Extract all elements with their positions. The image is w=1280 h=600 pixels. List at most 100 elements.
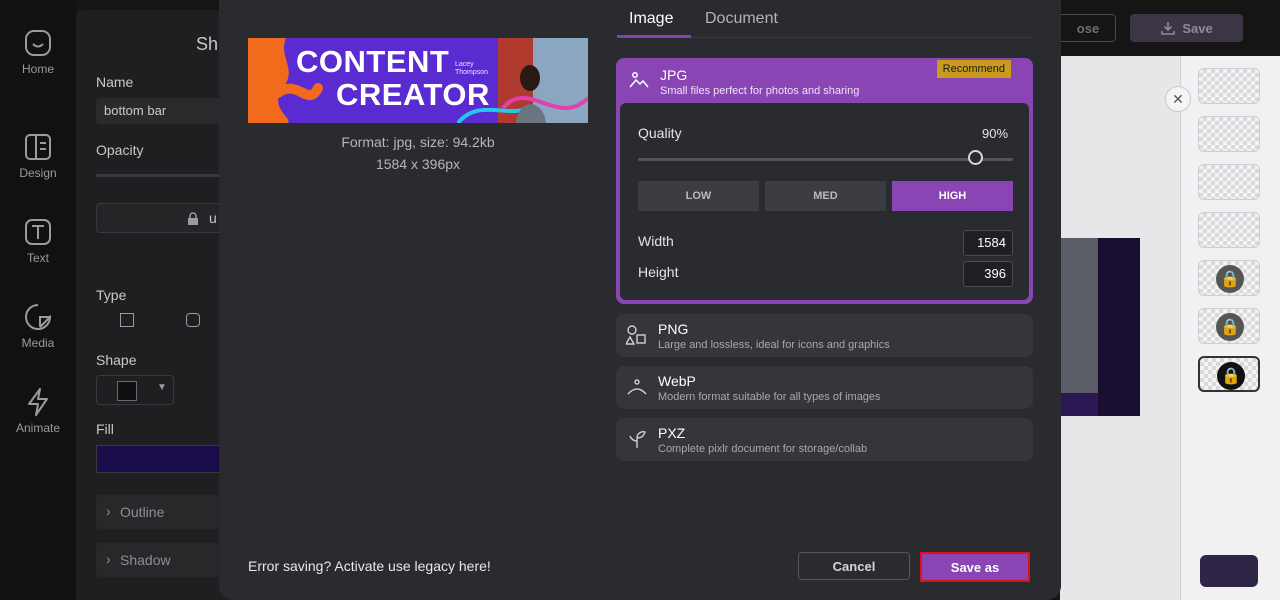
format-option-webp[interactable]: WebP Modern format suitable for all type… [616, 366, 1033, 409]
close-icon[interactable]: ✕ [1165, 86, 1191, 112]
format-desc-pxz: Complete pixlr document for storage/coll… [658, 443, 868, 455]
fill-color-swatch[interactable] [96, 445, 236, 473]
opacity-label: Opacity [96, 142, 144, 158]
nav-label-design: Design [19, 166, 57, 180]
shadow-label: Shadow [120, 552, 171, 568]
format-desc-webp: Modern format suitable for all types of … [658, 391, 881, 403]
preview-name-line-1: Lacey [455, 61, 474, 68]
format-name-png: PNG [658, 321, 689, 337]
chevron-right-icon: › [106, 551, 111, 567]
quality-value: 90% [982, 126, 1009, 141]
design-icon [25, 134, 51, 160]
home-icon [25, 30, 51, 56]
nav-item-animate[interactable]: Animate [0, 387, 76, 435]
nav-label-home: Home [21, 62, 54, 76]
preview-headline-1: CONTENT [296, 44, 450, 79]
close-file-label: ose [1076, 20, 1100, 36]
quality-slider-thumb[interactable] [968, 150, 983, 165]
media-icon [25, 304, 52, 330]
format-option-pxz[interactable]: PXZ Complete pixlr document for storage/… [616, 418, 1033, 461]
width-label: Width [638, 233, 674, 249]
nav-label-animate: Animate [15, 421, 61, 435]
preview-image: CONTENT CREATOR Lacey Thompson [248, 38, 588, 123]
quality-label: Quality [638, 125, 682, 141]
format-option-jpg[interactable]: JPG Small files perfect for photos and s… [616, 58, 1033, 304]
format-name-jpg: JPG [660, 67, 688, 83]
top-save-label: Save [1182, 20, 1213, 36]
image-icon [629, 72, 649, 88]
layer-thumb-5[interactable]: 🔒 [1198, 260, 1260, 296]
chevron-right-icon: › [106, 503, 111, 519]
layer-thumb-7-selected[interactable]: 🔒 [1198, 356, 1260, 392]
shape-select[interactable]: ▼ [96, 375, 174, 405]
preview-name-line-2: Thompson [455, 69, 489, 76]
text-icon [25, 219, 51, 245]
shape-swatch [117, 381, 137, 401]
nav-item-home[interactable]: Home [0, 28, 76, 76]
name-input-value: bottom bar [104, 103, 167, 118]
height-input[interactable]: 396 [963, 261, 1013, 287]
recommend-badge: Recommend [936, 60, 1011, 78]
type-rounded-icon[interactable] [186, 313, 200, 327]
animate-icon [28, 388, 48, 416]
cancel-button[interactable]: Cancel [798, 552, 910, 580]
shape-label: Shape [96, 352, 137, 368]
nav-item-media[interactable]: Media [0, 302, 76, 350]
lock-icon: 🔒 [1217, 362, 1245, 390]
layer-thumb-6[interactable]: 🔒 [1198, 308, 1260, 344]
tab-active-indicator [617, 35, 691, 38]
quality-preset-high[interactable]: HIGH [892, 181, 1013, 211]
sprout-icon [629, 431, 646, 448]
export-dialog: CONTENT CREATOR Lacey Thompson Format: j… [219, 0, 1061, 600]
preview-headline-2: CREATOR [336, 77, 490, 112]
shapes-icon [626, 325, 646, 345]
type-square-icon[interactable] [120, 313, 134, 327]
left-nav: Home Design Text Media Animate [0, 0, 76, 600]
format-name-webp: WebP [658, 373, 696, 389]
format-desc-jpg: Small files perfect for photos and shari… [660, 85, 860, 97]
quality-slider-track[interactable] [638, 158, 1013, 161]
lock-text: u [209, 210, 217, 226]
webp-icon [627, 379, 647, 395]
outline-label: Outline [120, 504, 165, 520]
nav-label-text: Text [26, 251, 49, 265]
quality-preset-med[interactable]: MED [765, 181, 886, 211]
height-label: Height [638, 264, 679, 280]
format-name-pxz: PXZ [658, 425, 686, 441]
canvas-area [1060, 56, 1180, 600]
chevron-down-icon: ▼ [157, 382, 167, 393]
app-root: Home Design Text Media Animate Sh Name b… [0, 0, 1280, 600]
lock-icon [188, 212, 198, 225]
width-input[interactable]: 1584 [963, 230, 1013, 256]
layer-thumb-4[interactable] [1198, 212, 1260, 248]
properties-panel: Sh Name bottom bar Opacity u Type Shape … [76, 10, 246, 600]
lock-icon: 🔒 [1216, 265, 1244, 293]
fill-label: Fill [96, 421, 114, 437]
canvas-photo-strip [1060, 238, 1098, 393]
preview-dimensions: 1584 x 396px [375, 156, 461, 172]
legacy-link[interactable]: Error saving? Activate use legacy here! [248, 558, 491, 574]
canvas-design-preview [1060, 238, 1140, 416]
panel-title: Sh [196, 34, 219, 54]
tab-image[interactable]: Image [629, 10, 673, 28]
tab-document[interactable]: Document [705, 10, 778, 28]
zoom-control[interactable] [1200, 555, 1258, 587]
download-icon [1161, 22, 1176, 35]
nav-item-text[interactable]: Text [0, 217, 76, 265]
save-as-button[interactable]: Save as [920, 552, 1030, 582]
layer-thumb-2[interactable] [1198, 116, 1260, 152]
opacity-slider[interactable] [96, 174, 236, 177]
canvas-dark-strip [1098, 238, 1140, 416]
export-tabs: Image Document [617, 0, 1033, 38]
quality-preset-low[interactable]: LOW [638, 181, 759, 211]
top-save-button[interactable]: Save [1130, 14, 1243, 42]
format-option-png[interactable]: PNG Large and lossless, ideal for icons … [616, 314, 1033, 357]
layer-thumb-3[interactable] [1198, 164, 1260, 200]
nav-item-design[interactable]: Design [0, 132, 76, 180]
lock-icon: 🔒 [1216, 313, 1244, 341]
nav-label-media: Media [21, 336, 55, 350]
preview-format-info: Format: jpg, size: 94.2kb [341, 134, 495, 150]
type-label: Type [96, 287, 127, 303]
layer-thumb-1[interactable] [1198, 68, 1260, 104]
name-label: Name [96, 74, 134, 90]
